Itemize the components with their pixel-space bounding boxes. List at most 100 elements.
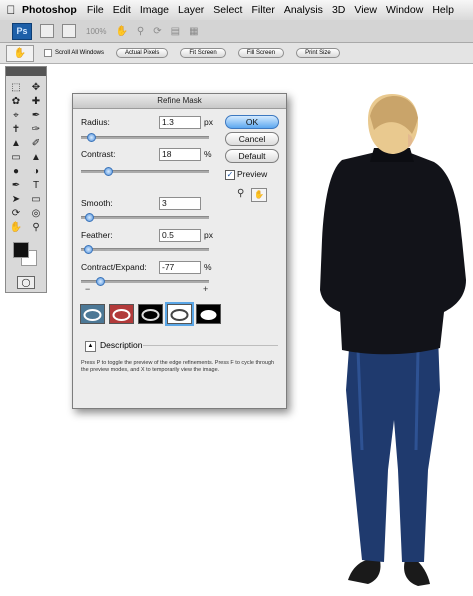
contrast-slider-track[interactable] <box>81 170 209 173</box>
feather-input[interactable]: 0.5 <box>159 229 201 242</box>
cancel-button[interactable]: Cancel <box>225 132 279 146</box>
options-bar: ✋ Scroll All Windows Actual Pixels Fit S… <box>0 43 473 64</box>
contrast-input[interactable]: 18 <box>159 148 201 161</box>
contrast-unit: % <box>204 149 212 159</box>
screen-mode-icon[interactable]: ▤ <box>171 26 180 37</box>
hand-tool-icon[interactable]: ✋ <box>6 220 26 234</box>
shape-tool-icon[interactable]: ▭ <box>26 192 46 206</box>
eraser-tool-icon[interactable]: ▭ <box>6 150 26 164</box>
path-selection-tool-icon[interactable]: ➤ <box>6 192 26 206</box>
contract-minus-label: − <box>85 284 91 294</box>
print-size-button[interactable]: Print Size <box>296 48 340 58</box>
contrast-label: Contrast: <box>81 149 116 159</box>
menu-layer[interactable]: Layer <box>178 4 204 16</box>
move-tool-icon[interactable]: ✥ <box>26 80 46 94</box>
crop-tool-icon[interactable]: ⌖ <box>6 108 26 122</box>
feather-slider-track[interactable] <box>81 248 209 251</box>
zoom-tool-icon[interactable]: ⚲ <box>237 188 244 199</box>
actual-pixels-button[interactable]: Actual Pixels <box>116 48 169 58</box>
view-mode-standard-icon[interactable] <box>80 304 105 324</box>
preview-label: Preview <box>237 169 268 179</box>
tool-preset-hand-icon[interactable]: ✋ <box>6 44 34 62</box>
blur-tool-icon[interactable]: ● <box>6 164 26 178</box>
fit-screen-button[interactable]: Fit Screen <box>180 48 226 58</box>
3d-orbit-tool-icon[interactable]: ◎ <box>26 206 46 220</box>
radius-label: Radius: <box>81 117 110 127</box>
preview-checkbox[interactable]: ✓ <box>225 170 235 180</box>
menu-window[interactable]: Window <box>386 4 423 16</box>
radius-input[interactable]: 1.3 <box>159 116 201 129</box>
brush-tool-icon[interactable]: ✑ <box>26 122 46 136</box>
zoom-tool-icon[interactable]: ⚲ <box>137 26 144 37</box>
smooth-slider-thumb[interactable] <box>84 213 94 222</box>
contract-expand-label: Contract/Expand: <box>81 262 147 272</box>
smooth-label: Smooth: <box>81 198 113 208</box>
description-label[interactable]: Description <box>100 340 143 350</box>
menu-app-name[interactable]: Photoshop <box>22 4 77 16</box>
clone-stamp-tool-icon[interactable]: ▲ <box>6 136 26 150</box>
contract-expand-slider-thumb[interactable] <box>95 277 105 286</box>
feather-unit: px <box>204 230 213 240</box>
hand-tool-icon[interactable]: ✋ <box>115 26 127 37</box>
dodge-tool-icon[interactable]: ◑ <box>26 164 46 178</box>
menu-file[interactable]: File <box>87 4 104 16</box>
menu-bar:  Photoshop File Edit Image Layer Select… <box>0 0 473 21</box>
radius-slider-thumb[interactable] <box>87 133 97 142</box>
description-help-text: Press P to toggle the preview of the edg… <box>81 360 275 373</box>
scroll-all-windows-checkbox[interactable] <box>44 49 52 57</box>
contract-expand-unit: % <box>204 262 212 272</box>
scroll-all-windows-label: Scroll All Windows <box>55 50 105 56</box>
3d-rotate-tool-icon[interactable]: ⟳ <box>6 206 26 220</box>
quick-selection-tool-icon[interactable]: ✚ <box>26 94 46 108</box>
lasso-tool-icon[interactable]: ✿ <box>6 94 26 108</box>
zoom-level[interactable]: 100% <box>86 27 106 36</box>
application-bar: Ps 100% ✋ ⚲ ⟳ ▤ ▦ <box>0 20 473 43</box>
dialog-title: Refine Mask <box>73 94 286 109</box>
view-mode-black-matte-icon[interactable] <box>138 304 163 324</box>
menu-view[interactable]: View <box>354 4 377 16</box>
arrange-documents-icon[interactable] <box>62 24 76 38</box>
smooth-input[interactable]: 3 <box>159 197 201 210</box>
view-mode-white-matte-icon[interactable] <box>165 302 194 326</box>
view-mode-mask-icon[interactable] <box>196 304 221 324</box>
bridge-icon[interactable] <box>40 24 54 38</box>
marquee-tool-icon[interactable]: ⬚ <box>6 80 26 94</box>
quick-mask-icon[interactable]: ◯ <box>17 276 35 289</box>
photoshop-logo-icon: Ps <box>12 22 32 40</box>
zoom-tool-icon[interactable]: ⚲ <box>26 220 46 234</box>
feather-label: Feather: <box>81 230 113 240</box>
feather-slider-thumb[interactable] <box>83 245 93 254</box>
pen-tool-icon[interactable]: ✒ <box>6 178 26 192</box>
default-button[interactable]: Default <box>225 149 279 163</box>
tools-panel-header[interactable] <box>6 67 46 76</box>
contrast-slider-thumb[interactable] <box>104 167 114 176</box>
fill-screen-button[interactable]: Fill Screen <box>237 48 285 58</box>
type-tool-icon[interactable]: T <box>26 178 46 192</box>
person-silhouette <box>320 94 466 586</box>
extras-icon[interactable]: ▦ <box>189 26 198 37</box>
canvas-image-person <box>320 94 466 586</box>
menu-edit[interactable]: Edit <box>113 4 131 16</box>
history-brush-tool-icon[interactable]: ✐ <box>26 136 46 150</box>
healing-brush-tool-icon[interactable]: ✝ <box>6 122 26 136</box>
rotate-view-icon[interactable]: ⟳ <box>153 26 161 37</box>
hand-tool-icon[interactable]: ✋ <box>251 188 267 202</box>
expand-plus-label: + <box>203 284 209 294</box>
menu-3d[interactable]: 3D <box>332 4 345 16</box>
view-mode-quick-mask-icon[interactable] <box>109 304 134 324</box>
apple-icon[interactable]:  <box>0 3 22 17</box>
menu-image[interactable]: Image <box>140 4 169 16</box>
menu-filter[interactable]: Filter <box>251 4 274 16</box>
ok-button[interactable]: OK <box>225 115 279 129</box>
smooth-slider-track[interactable] <box>81 216 209 219</box>
paint-bucket-tool-icon[interactable]: ▲ <box>26 150 46 164</box>
menu-analysis[interactable]: Analysis <box>284 4 323 16</box>
menu-select[interactable]: Select <box>213 4 242 16</box>
eyedropper-tool-icon[interactable]: ✒ <box>26 108 46 122</box>
menu-help[interactable]: Help <box>432 4 454 16</box>
description-disclosure-icon[interactable]: ▲ <box>85 341 96 352</box>
radius-slider-track[interactable] <box>81 136 209 139</box>
contract-expand-input[interactable]: -77 <box>159 261 201 274</box>
foreground-color-swatch[interactable] <box>13 242 29 258</box>
tools-panel: ⬚ ✥ ✿ ✚ ⌖ ✒ ✝ ✑ ▲ ✐ ▭ ▲ ● ◑ ✒ T ➤ ▭ ⟳ ◎ … <box>5 66 47 293</box>
